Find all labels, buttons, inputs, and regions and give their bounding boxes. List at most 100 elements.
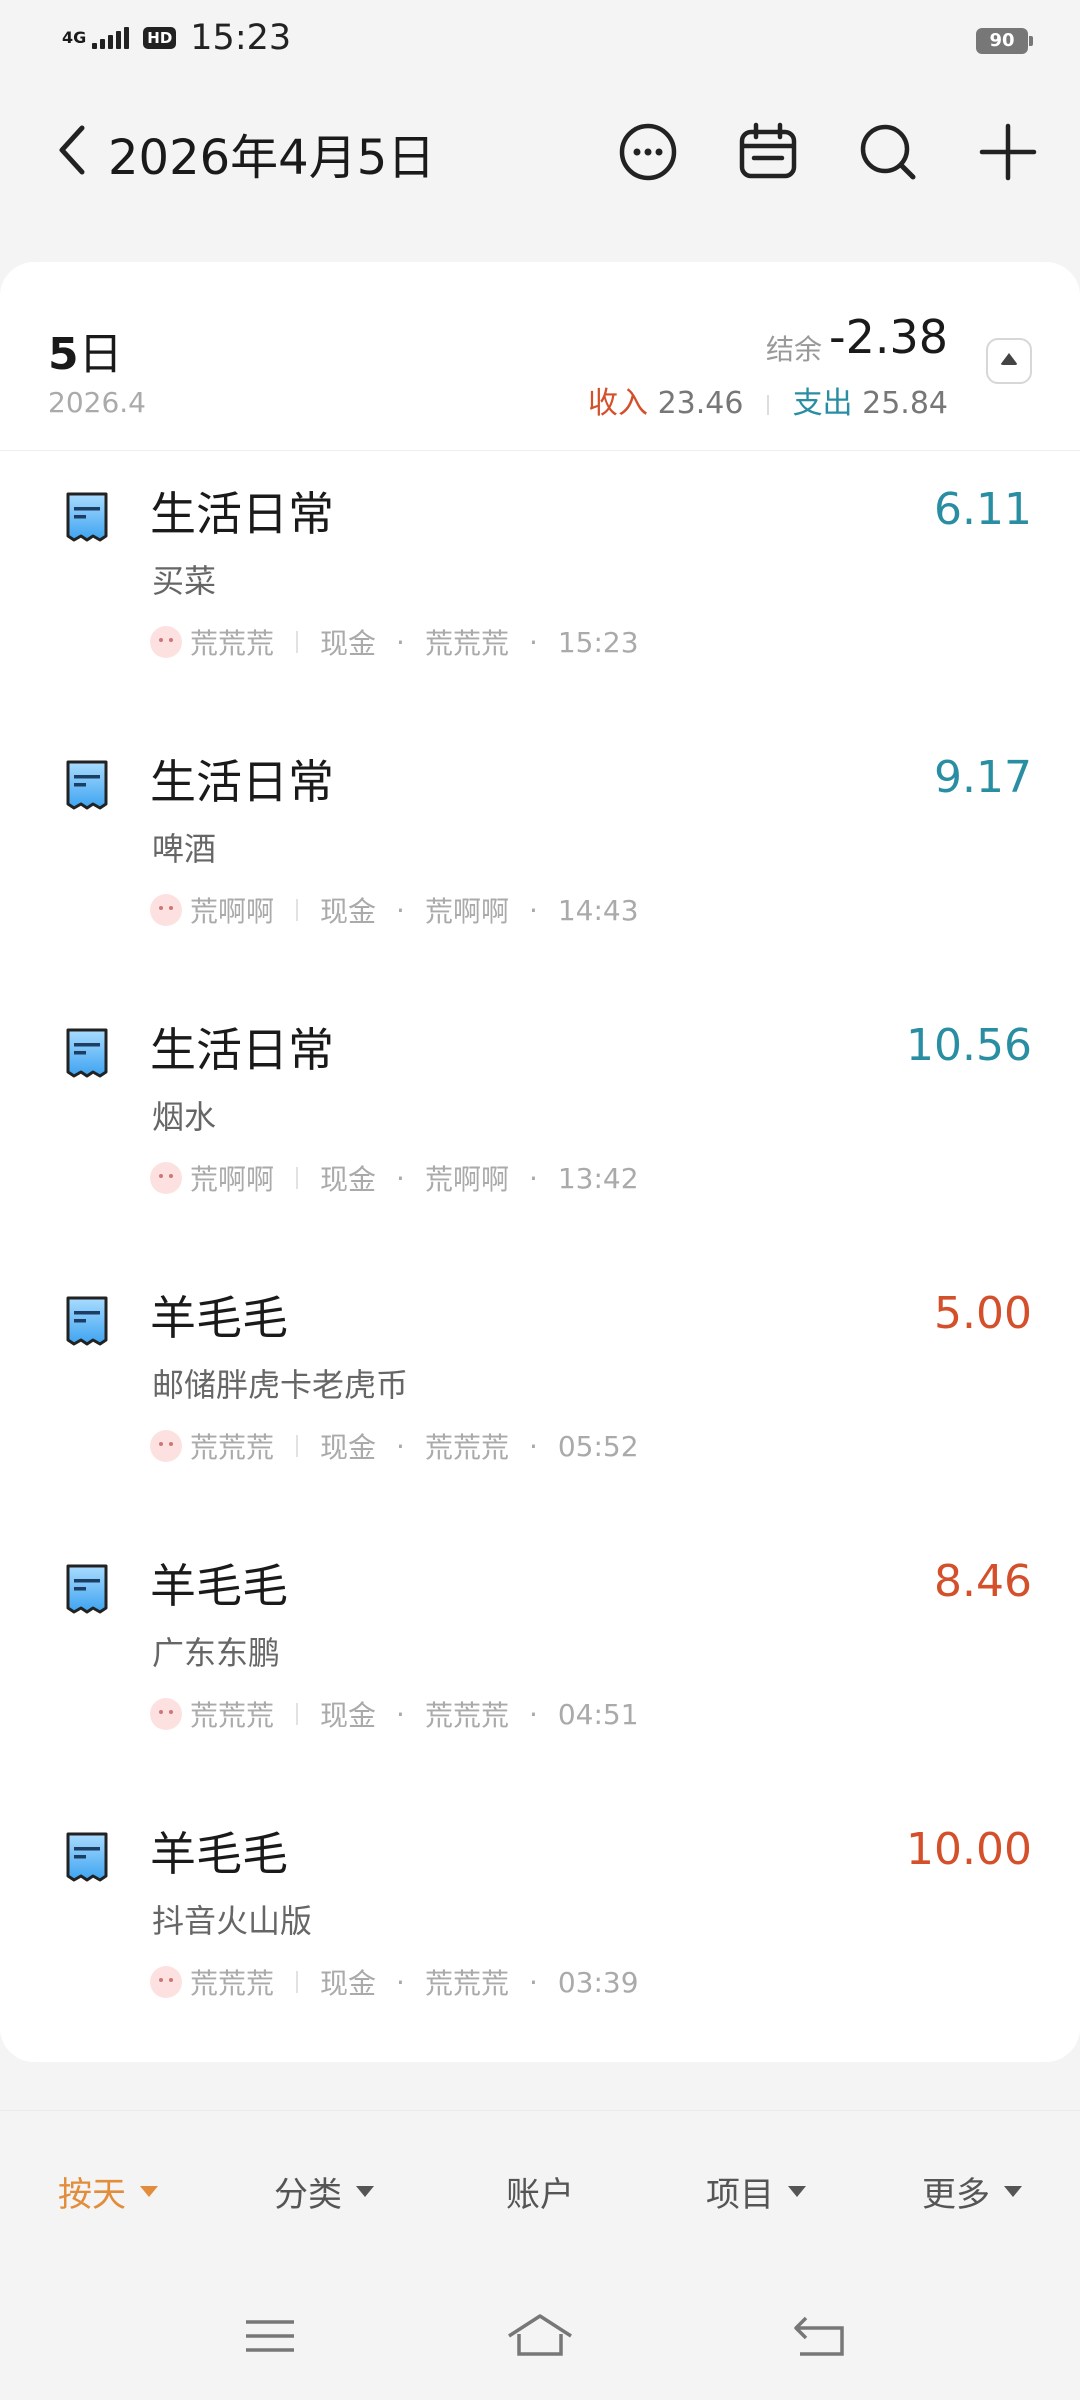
record-account: 现金 [320,1967,377,2000]
record-item[interactable]: 羊毛毛 邮储胖虎卡老虎币 5.00 荒荒荒 现金 · 荒荒荒 · 05:52 [0,1254,1080,1522]
record-item[interactable]: 生活日常 啤酒 9.17 荒啊啊 现金 · 荒啊啊 · 14:43 [0,718,1080,986]
avatar [150,1698,182,1730]
battery-icon: 90 [976,28,1033,54]
divider [296,899,299,921]
tab-4[interactable]: 项目 [706,2167,806,2216]
back-icon[interactable] [50,122,98,178]
avatar [150,626,182,658]
caret-down-icon [356,2186,374,2197]
record-account: 现金 [320,1163,377,1196]
network-type: 4G [62,28,87,47]
record-item[interactable]: 生活日常 烟水 10.56 荒啊啊 现金 · 荒啊啊 · 13:42 [0,986,1080,1254]
page-title: 2026年4月5日 [108,130,436,186]
record-note: 买菜 [152,562,217,600]
menu-icon[interactable] [240,2308,300,2364]
separator-dot: · [396,893,405,927]
record-amount: 6.11 [934,484,1032,535]
avatar [150,1966,182,1998]
records-card: 5日 2026.4 结余 -2.38 收入 23.46 支出 25.84 生活日… [0,262,1080,2062]
record-recorder: 荒啊啊 [424,1163,509,1196]
app-bar: 2026年4月5日 [0,100,1080,200]
record-note: 邮储胖虎卡老虎币 [152,1366,409,1404]
divider [767,394,770,415]
tab-label: 账户 [506,2175,574,2215]
more-icon[interactable] [616,120,680,184]
tab-5[interactable]: 更多 [922,2167,1022,2216]
record-account: 现金 [320,895,377,928]
record-time: 04:51 [557,1697,639,1731]
divider [296,1435,299,1457]
tab-2[interactable]: 分类 [274,2167,374,2216]
record-note: 广东东鹏 [152,1634,281,1672]
record-category: 生活日常 [150,487,334,541]
record-recorder: 荒荒荒 [424,627,509,660]
record-item[interactable]: 羊毛毛 抖音火山版 10.00 荒荒荒 现金 · 荒荒荒 · 03:39 [0,1790,1080,2058]
receipt-icon [66,1028,108,1078]
divider [296,1167,299,1189]
separator-dot: · [528,1697,538,1731]
record-category: 羊毛毛 [150,1291,288,1345]
day-suffix: 日 [78,329,123,380]
record-time: 14:43 [557,893,639,927]
record-item[interactable]: 生活日常 买菜 6.11 荒荒荒 现金 · 荒荒荒 · 15:23 [0,450,1080,718]
bottom-tabbar: 按天 分类 账户 项目 更多 [0,2110,1080,2271]
system-navbar [0,2280,1080,2400]
divider [296,1703,299,1725]
record-amount: 9.17 [934,752,1032,803]
record-category: 生活日常 [150,755,334,809]
record-time: 15:23 [557,625,639,659]
tab-label: 分类 [274,2175,342,2215]
separator-dot: · [396,1429,405,1463]
caret-down-icon [1004,2186,1022,2197]
record-item[interactable]: 羊毛毛 广东东鹏 8.46 荒荒荒 现金 · 荒荒荒 · 04:51 [0,1522,1080,1790]
income-label: 收入 [588,386,649,421]
receipt-icon [66,1296,108,1346]
tab-1[interactable]: 按天 [58,2167,158,2216]
balance-value: -2.38 [828,310,948,364]
calendar-icon[interactable] [736,120,800,184]
separator-dot: · [528,1429,538,1463]
record-note: 啤酒 [152,830,217,868]
collapse-button[interactable] [986,338,1032,384]
record-meta: 荒啊啊 现金 · 荒啊啊 · 14:43 [150,890,639,930]
record-member: 荒荒荒 [190,1699,275,1732]
receipt-icon [66,1564,108,1614]
home-icon[interactable] [505,2308,575,2364]
receipt-icon [66,760,108,810]
record-member: 荒荒荒 [190,627,275,660]
separator-dot: · [528,893,538,927]
separator-dot: · [396,1965,405,1999]
tab-label: 项目 [706,2175,774,2215]
record-recorder: 荒荒荒 [424,1431,509,1464]
record-note: 烟水 [152,1098,217,1136]
record-member: 荒啊啊 [190,1163,275,1196]
back-nav-icon[interactable] [790,2308,850,2364]
expense-value: 25.84 [862,386,948,421]
hd-badge: HD [143,27,177,49]
record-category: 羊毛毛 [150,1827,288,1881]
day-summary: 5日 2026.4 结余 -2.38 收入 23.46 支出 25.84 [0,262,1080,451]
status-bar: 4G HD 15:23 90 [0,0,1080,80]
record-time: 13:42 [557,1161,639,1195]
tab-label: 更多 [922,2175,990,2215]
balance-label: 结余 [765,333,822,366]
avatar [150,1430,182,1462]
signal-icon [92,27,130,49]
day-number: 5日 [48,329,123,380]
add-icon[interactable] [976,120,1040,184]
search-icon[interactable] [856,120,920,184]
caret-down-icon [788,2186,806,2197]
status-time: 15:23 [190,18,292,58]
record-amount: 10.00 [906,1824,1032,1875]
record-member: 荒荒荒 [190,1967,275,2000]
income-value: 23.46 [657,386,744,421]
receipt-icon [66,492,108,542]
separator-dot: · [396,625,405,659]
separator-dot: · [528,1965,538,1999]
separator-dot: · [528,1161,538,1195]
receipt-icon [66,1832,108,1882]
record-meta: 荒荒荒 现金 · 荒荒荒 · 15:23 [150,622,639,662]
tab-3[interactable]: 账户 [506,2167,574,2216]
record-meta: 荒啊啊 现金 · 荒啊啊 · 13:42 [150,1158,639,1198]
separator-dot: · [528,625,538,659]
